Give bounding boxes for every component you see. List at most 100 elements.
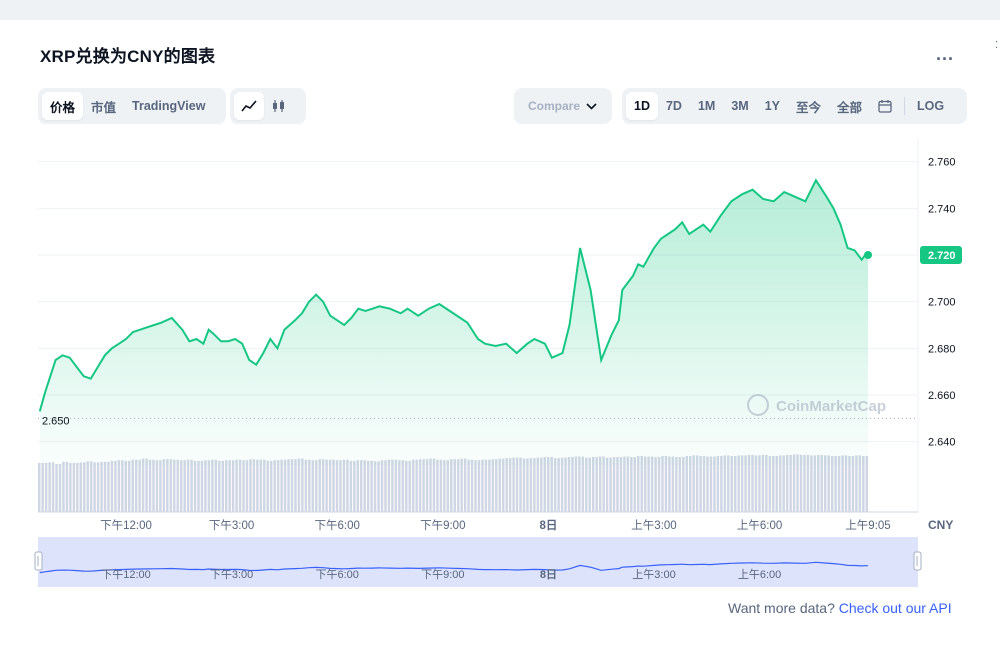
volume-bar xyxy=(488,459,491,512)
volume-bar xyxy=(456,459,460,512)
volume-bar xyxy=(308,459,311,512)
volume-bar xyxy=(519,457,522,512)
volume-bar xyxy=(183,460,186,512)
volume-bar xyxy=(79,462,83,512)
volume-bar xyxy=(557,458,560,512)
volume-bar xyxy=(93,462,96,512)
volume-bar xyxy=(405,460,408,512)
volume-bar xyxy=(560,457,564,512)
axis-unit-label: CNY xyxy=(928,518,953,532)
volume-bar xyxy=(266,460,269,512)
x-tick-label: 下午9:00 xyxy=(420,519,465,532)
volume-bar xyxy=(380,460,384,512)
volume-bar xyxy=(547,457,550,512)
volume-bar xyxy=(62,461,65,512)
navigator-tick-label: 上午3:00 xyxy=(632,568,675,581)
volume-bar xyxy=(342,459,346,512)
volume-bar xyxy=(682,457,685,512)
footer-api-prompt: Want more data? Check out our API xyxy=(728,600,952,616)
price-chart[interactable]: 2.650 CoinMarketCap 2.640 2.660 2.680 2.700… xyxy=(0,0,1000,650)
volume-bar xyxy=(588,457,592,512)
volume-bar xyxy=(249,459,252,512)
volume-bar xyxy=(349,460,353,512)
navigator-selection xyxy=(38,537,918,587)
svg-text:2.720: 2.720 xyxy=(928,250,956,262)
volume-bar xyxy=(325,459,328,512)
volume-bar xyxy=(595,457,598,512)
volume-bar xyxy=(422,459,425,512)
api-link[interactable]: Check out our API xyxy=(839,600,952,616)
volume-bar xyxy=(207,460,211,512)
volume-bar xyxy=(353,460,356,512)
volume-bar xyxy=(83,462,86,512)
volume-bar xyxy=(411,459,415,512)
volume-bar xyxy=(228,460,231,512)
volume-bar xyxy=(124,460,128,512)
start-price-label: 2.650 xyxy=(42,415,70,427)
volume-bar xyxy=(321,459,325,512)
volume-bar xyxy=(657,457,661,512)
volume-bar xyxy=(415,459,418,512)
volume-bar xyxy=(197,460,200,512)
volume-bar xyxy=(51,462,55,512)
volume-bar xyxy=(218,460,221,512)
volume-bar xyxy=(633,457,637,512)
volume-bar xyxy=(41,462,44,512)
volume-bar xyxy=(463,458,467,512)
volume-bar xyxy=(221,460,224,512)
price-area xyxy=(39,180,869,466)
volume-bar xyxy=(65,461,69,512)
volume-bar xyxy=(231,460,235,512)
volume-bar xyxy=(401,460,405,512)
volume-bar xyxy=(318,459,321,512)
volume-bar xyxy=(425,459,429,512)
volume-bar xyxy=(290,459,294,512)
volume-bar xyxy=(193,460,197,512)
volume-bar xyxy=(294,459,297,512)
volume-bar xyxy=(571,457,574,512)
volume-bar xyxy=(484,459,488,512)
y-axis: 2.640 2.660 2.680 2.700 2.720 2.740 2.760 xyxy=(928,157,956,449)
volume-bar xyxy=(141,458,145,512)
volume-bar xyxy=(176,459,179,512)
volume-bar xyxy=(100,461,103,512)
volume-bar xyxy=(86,461,89,512)
volume-bar xyxy=(505,458,508,512)
y-tick-label: 2.760 xyxy=(928,157,956,169)
navigator-left-handle[interactable] xyxy=(34,551,43,571)
volume-bar xyxy=(186,459,190,512)
navigator-right-handle[interactable] xyxy=(913,551,922,571)
volume-bar xyxy=(152,459,155,512)
volume-bar xyxy=(121,460,124,512)
volume-bar xyxy=(470,459,474,512)
volume-bar xyxy=(166,459,169,512)
volume-bar xyxy=(148,459,152,512)
volume-bar xyxy=(332,459,335,512)
volume-bar xyxy=(297,458,301,512)
volume-bar xyxy=(328,459,332,512)
x-tick-label: 下午12:00 xyxy=(100,519,152,532)
y-tick-label: 2.660 xyxy=(928,390,956,402)
volume-bar xyxy=(69,462,72,512)
volume-bar xyxy=(498,458,501,512)
volume-bar xyxy=(159,460,162,512)
volume-bar xyxy=(564,457,567,512)
volume-bar xyxy=(477,460,481,512)
volume-bar xyxy=(269,460,273,512)
y-tick-label: 2.700 xyxy=(928,297,956,309)
volume-bar xyxy=(145,458,148,512)
volume-bar xyxy=(616,457,619,512)
volume-bar xyxy=(540,457,543,512)
volume-bar xyxy=(675,457,678,512)
volume-bar xyxy=(252,459,256,512)
volume-bar xyxy=(592,457,595,512)
volume-bar xyxy=(512,457,515,512)
volume-bar xyxy=(360,460,363,512)
volume-bar xyxy=(436,459,439,512)
volume-bar xyxy=(280,459,283,512)
volume-bar xyxy=(495,459,498,512)
volume-bar xyxy=(387,459,391,512)
y-tick-label: 2.640 xyxy=(928,437,956,449)
volume-bar xyxy=(453,459,456,512)
volume-bar xyxy=(263,459,266,512)
